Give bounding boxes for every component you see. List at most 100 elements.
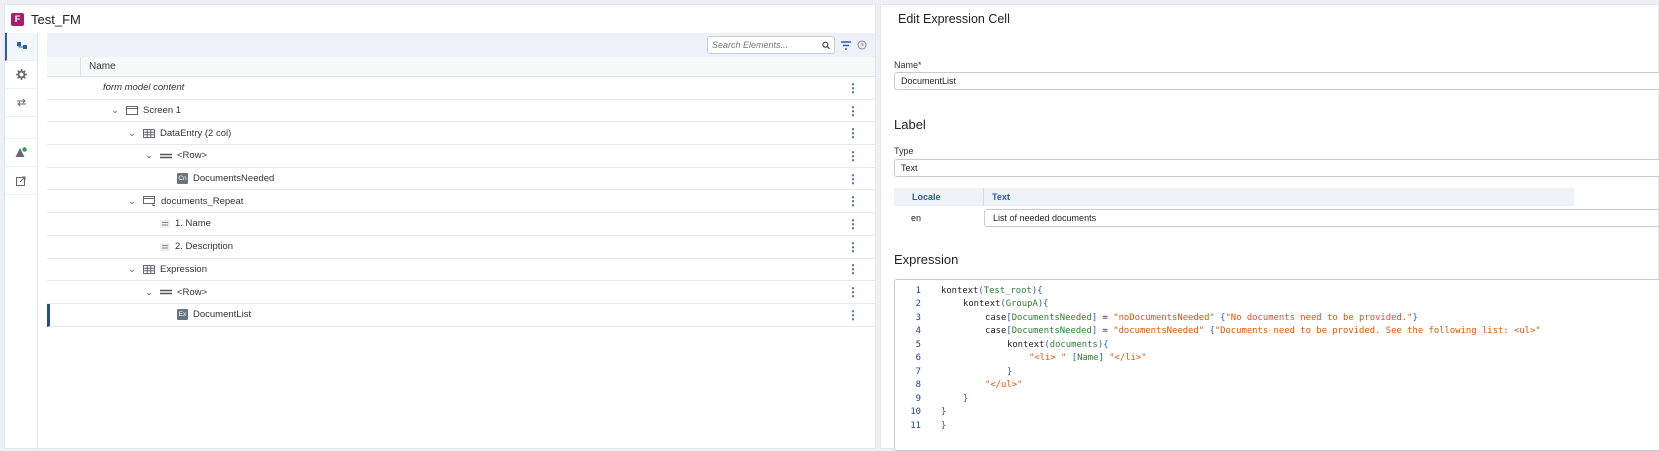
- tree-row[interactable]: ⌄ DataEntry (2 col) ⋮: [47, 122, 875, 146]
- validation-button[interactable]: [5, 139, 37, 167]
- code-token: }: [941, 420, 947, 431]
- app-title: Test_FM: [31, 11, 81, 27]
- row-icon: [160, 153, 172, 159]
- code-text: kontext(documents){: [925, 340, 1109, 350]
- tree-row-label: DocumentsNeeded: [193, 173, 275, 185]
- tree-row[interactable]: Ex DocumentList ⋮: [47, 303, 875, 327]
- code-text: }: [925, 407, 946, 417]
- tree-view-button[interactable]: [5, 33, 37, 61]
- code-token: case: [985, 312, 1007, 323]
- history-icon[interactable]: [857, 40, 867, 50]
- export-button[interactable]: [5, 167, 37, 195]
- repeat-icon: [143, 196, 156, 207]
- search-input[interactable]: [712, 40, 822, 50]
- code-token: GroupA: [1005, 299, 1038, 310]
- tree-row[interactable]: Cn DocumentsNeeded ⋮: [47, 168, 875, 191]
- tree-row-label: 2. Description: [175, 241, 234, 253]
- tree-row-label: DataEntry (2 col): [160, 127, 232, 139]
- more-options-icon[interactable]: ⋮: [847, 150, 859, 162]
- gear-icon: [15, 69, 27, 80]
- name-field[interactable]: DocumentList: [894, 72, 1659, 90]
- line-number: 2: [915, 299, 921, 310]
- more-options-icon[interactable]: ⋮: [847, 105, 859, 117]
- type-select[interactable]: Text: [894, 159, 1659, 177]
- code-token: }: [941, 407, 947, 418]
- code-text: kontext(Test_root){: [925, 286, 1043, 296]
- tree-rows: form model content ⋮ ⌄ Screen 1 ⋮ ⌄ DataEntry …: [47, 77, 875, 327]
- locale-table-header: Locale Text: [894, 188, 1574, 206]
- locale-text-field[interactable]: List of needed documents: [984, 209, 1659, 227]
- code-line: 10}: [895, 406, 1659, 420]
- list-icon: [160, 242, 170, 251]
- name-label: Name*: [894, 60, 922, 70]
- code-token: =: [1097, 312, 1114, 323]
- chevron-down-icon[interactable]: ⌄: [110, 105, 120, 116]
- chevron-down-icon[interactable]: ⌄: [144, 150, 154, 161]
- locale-cell: en: [911, 213, 922, 223]
- chevron-down-icon[interactable]: ⌄: [127, 196, 137, 207]
- more-options-icon[interactable]: ⋮: [847, 286, 859, 298]
- side-rail: [5, 33, 38, 450]
- code-text: "</ul>": [925, 380, 1022, 390]
- warning-triangle-icon: [15, 147, 27, 157]
- tree-row-label: DocumentList: [193, 309, 252, 321]
- expression-code-editor[interactable]: 1 kontext(Test_root){2 kontext(GroupA){3 ca…: [894, 279, 1659, 451]
- code-token: "<li> ": [1029, 353, 1067, 364]
- search-box: [707, 36, 835, 54]
- chevron-down-icon[interactable]: ⌄: [144, 287, 154, 298]
- tree-row[interactable]: 2. Description ⋮: [47, 236, 875, 259]
- row-icon: [160, 289, 172, 295]
- code-line: 6 "<li> " [Name] "</li>": [895, 352, 1659, 366]
- line-number: 11: [910, 420, 921, 431]
- code-text: kontext(GroupA){: [925, 299, 1049, 309]
- tree-row-label: 1. Name: [175, 218, 211, 230]
- more-options-icon[interactable]: ⋮: [847, 173, 859, 185]
- more-options-icon[interactable]: ⋮: [847, 263, 859, 275]
- tree-row-label: form model content: [103, 82, 185, 94]
- type-label: Type: [894, 146, 914, 156]
- settings-button[interactable]: [5, 61, 37, 89]
- code-line: 4 case[DocumentsNeeded] = "documentsNeede…: [895, 325, 1659, 339]
- more-options-icon[interactable]: ⋮: [847, 309, 859, 321]
- code-token: Test_root: [983, 285, 1032, 296]
- search-icon[interactable]: [821, 41, 830, 50]
- swap-arrows-icon: [16, 98, 26, 107]
- more-options-icon[interactable]: ⋮: [847, 82, 859, 94]
- code-token: documents: [1049, 339, 1098, 350]
- line-number: 7: [915, 366, 921, 377]
- code-line: 11}: [895, 419, 1659, 433]
- code-token: Name: [1077, 353, 1099, 364]
- tree-row[interactable]: ⌄ Expression ⋮: [47, 259, 875, 282]
- chevron-down-icon[interactable]: ⌄: [127, 264, 137, 275]
- screen-icon: [126, 106, 138, 116]
- list-icon: [160, 219, 170, 228]
- tree-row-label: <Row>: [177, 150, 208, 162]
- tree-row[interactable]: ⌄ <Row> ⋮: [47, 145, 875, 168]
- tree-row[interactable]: ⌄ Screen 1 ⋮: [47, 100, 875, 123]
- mapping-button[interactable]: [5, 89, 37, 117]
- chevron-down-icon[interactable]: ⌄: [127, 128, 137, 139]
- more-options-icon[interactable]: ⋮: [847, 127, 859, 139]
- code-line: 9}: [895, 392, 1659, 406]
- more-options-icon[interactable]: ⋮: [847, 218, 859, 230]
- tree-row[interactable]: ⌄ <Row> ⋮: [47, 281, 875, 304]
- code-token: case: [985, 326, 1007, 337]
- element-type-badge-icon: Cn: [177, 173, 188, 185]
- code-line: 1 kontext(Test_root){: [895, 284, 1659, 298]
- tree-row[interactable]: ⌄ documents_Repeat ⋮: [47, 190, 875, 214]
- tree-structure-icon: [16, 41, 27, 49]
- code-token: "documentsNeeded": [1113, 326, 1205, 337]
- code-token: kontext: [1007, 339, 1045, 350]
- header-spacer: [47, 57, 81, 76]
- code-token: DocumentsNeeded: [1011, 312, 1092, 323]
- more-options-icon[interactable]: ⋮: [847, 241, 859, 253]
- more-options-icon[interactable]: ⋮: [847, 195, 859, 207]
- tree-row[interactable]: form model content ⋮: [47, 77, 875, 100]
- code-token: }: [963, 393, 969, 404]
- tree-row[interactable]: 1. Name ⋮: [47, 213, 875, 236]
- filter-icon[interactable]: [841, 40, 851, 50]
- tree-area: Name form model content ⋮ ⌄ Screen 1 ⋮ ⌄ DataE…: [47, 33, 875, 450]
- line-number: 10: [910, 407, 921, 418]
- code-token: =: [1097, 326, 1114, 337]
- line-number: 4: [915, 326, 921, 337]
